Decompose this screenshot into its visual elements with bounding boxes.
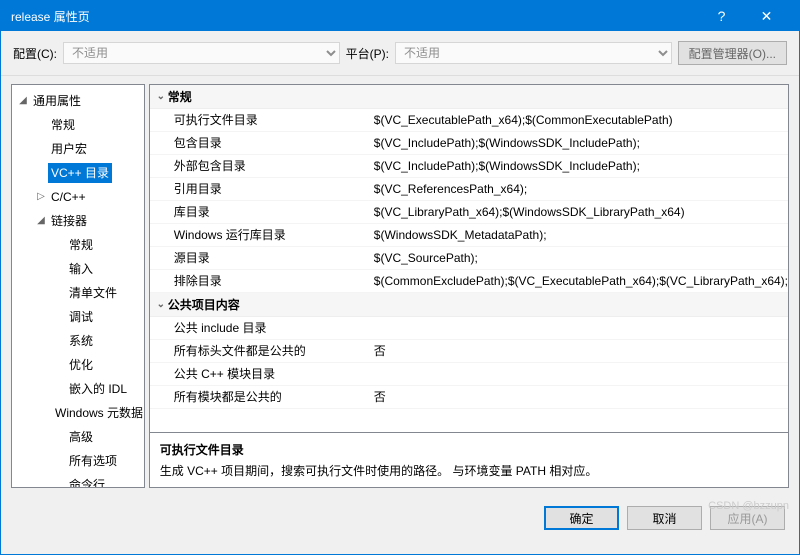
titlebar: release 属性页 ? ✕ bbox=[1, 1, 799, 31]
property-row[interactable]: 源目录$(VC_SourcePath); bbox=[150, 247, 788, 270]
property-grid[interactable]: ⌄常规可执行文件目录$(VC_ExecutablePath_x64);$(Com… bbox=[149, 84, 789, 433]
property-name: 可执行文件目录 bbox=[174, 111, 374, 129]
property-row[interactable]: 可执行文件目录$(VC_ExecutablePath_x64);$(Common… bbox=[150, 109, 788, 132]
tree-item[interactable]: 用户宏 bbox=[12, 137, 144, 161]
property-row[interactable]: 公共 C++ 模块目录 bbox=[150, 363, 788, 386]
property-value[interactable]: $(VC_LibraryPath_x64);$(WindowsSDK_Libra… bbox=[374, 203, 788, 221]
property-name: 外部包含目录 bbox=[174, 157, 374, 175]
tree-item[interactable]: 嵌入的 IDL bbox=[12, 377, 144, 401]
tree-item[interactable]: 常规 bbox=[12, 113, 144, 137]
property-value[interactable]: $(VC_SourcePath); bbox=[374, 249, 788, 267]
grid-section-header[interactable]: ⌄常规 bbox=[150, 85, 788, 109]
property-row[interactable]: 排除目录$(CommonExcludePath);$(VC_Executable… bbox=[150, 270, 788, 293]
property-row[interactable]: 引用目录$(VC_ReferencesPath_x64); bbox=[150, 178, 788, 201]
property-name: 引用目录 bbox=[174, 180, 374, 198]
property-row[interactable]: 公共 include 目录 bbox=[150, 317, 788, 340]
description-title: 可执行文件目录 bbox=[160, 441, 778, 458]
tree-item-label: Windows 元数据 bbox=[52, 403, 145, 423]
tree-item-label: 清单文件 bbox=[66, 283, 120, 303]
tree-item[interactable]: 所有选项 bbox=[12, 449, 144, 473]
property-row[interactable]: 所有模块都是公共的否 bbox=[150, 386, 788, 409]
tree-item-label: 通用属性 bbox=[30, 91, 84, 111]
tree-item-label: 用户宏 bbox=[48, 139, 90, 159]
expand-open-icon[interactable]: ◢ bbox=[34, 212, 48, 230]
tree-item[interactable]: 优化 bbox=[12, 353, 144, 377]
property-value[interactable] bbox=[374, 365, 788, 383]
property-row[interactable]: 所有标头文件都是公共的否 bbox=[150, 340, 788, 363]
tree-item-label: 高级 bbox=[66, 427, 96, 447]
property-value[interactable]: $(VC_ExecutablePath_x64);$(CommonExecuta… bbox=[374, 111, 788, 129]
tree-item-label: C/C++ bbox=[48, 187, 89, 207]
cancel-button[interactable]: 取消 bbox=[627, 506, 702, 530]
tree-item[interactable]: 系统 bbox=[12, 329, 144, 353]
property-row[interactable]: 包含目录$(VC_IncludePath);$(WindowsSDK_Inclu… bbox=[150, 132, 788, 155]
nav-tree[interactable]: ◢通用属性常规用户宏VC++ 目录▷C/C++◢链接器常规输入清单文件调试系统优… bbox=[11, 84, 145, 488]
property-name: 排除目录 bbox=[174, 272, 374, 290]
property-value[interactable]: $(CommonExcludePath);$(VC_ExecutablePath… bbox=[374, 272, 788, 290]
tree-item-label: 系统 bbox=[66, 331, 96, 351]
property-name: 公共 include 目录 bbox=[174, 319, 374, 337]
close-button[interactable]: ✕ bbox=[744, 8, 789, 25]
tree-item[interactable]: 清单文件 bbox=[12, 281, 144, 305]
tree-item[interactable]: 命令行 bbox=[12, 473, 144, 488]
tree-item-label: VC++ 目录 bbox=[48, 163, 112, 183]
footer: 确定 取消 应用(A) bbox=[1, 496, 799, 540]
property-value[interactable]: $(WindowsSDK_MetadataPath); bbox=[374, 226, 788, 244]
property-name: 源目录 bbox=[174, 249, 374, 267]
tree-item-label: 命令行 bbox=[66, 475, 108, 488]
property-name: 所有模块都是公共的 bbox=[174, 388, 374, 406]
tree-item[interactable]: ▷C/C++ bbox=[12, 185, 144, 209]
tree-item[interactable]: Windows 元数据 bbox=[12, 401, 144, 425]
ok-button[interactable]: 确定 bbox=[544, 506, 619, 530]
expand-open-icon[interactable]: ◢ bbox=[16, 92, 30, 110]
property-value[interactable] bbox=[374, 319, 788, 337]
property-value[interactable]: $(VC_IncludePath);$(WindowsSDK_IncludePa… bbox=[374, 134, 788, 152]
section-title: 常规 bbox=[168, 88, 192, 105]
window-title: release 属性页 bbox=[11, 8, 699, 25]
property-row[interactable]: 库目录$(VC_LibraryPath_x64);$(WindowsSDK_Li… bbox=[150, 201, 788, 224]
property-name: 公共 C++ 模块目录 bbox=[174, 365, 374, 383]
description-panel: 可执行文件目录 生成 VC++ 项目期间，搜索可执行文件时使用的路径。 与环境变… bbox=[149, 433, 789, 488]
property-value[interactable]: 否 bbox=[374, 388, 788, 406]
property-value[interactable]: $(VC_IncludePath);$(WindowsSDK_IncludePa… bbox=[374, 157, 788, 175]
tree-item[interactable]: 调试 bbox=[12, 305, 144, 329]
tree-item-label: 嵌入的 IDL bbox=[66, 379, 130, 399]
section-title: 公共项目内容 bbox=[168, 296, 240, 313]
collapse-icon[interactable]: ⌄ bbox=[154, 299, 168, 310]
tree-item-label: 输入 bbox=[66, 259, 96, 279]
tree-item[interactable]: VC++ 目录 bbox=[12, 161, 144, 185]
tree-item-label: 常规 bbox=[48, 115, 78, 135]
tree-item[interactable]: ◢链接器 bbox=[12, 209, 144, 233]
tree-item[interactable]: ◢通用属性 bbox=[12, 89, 144, 113]
description-body: 生成 VC++ 项目期间，搜索可执行文件时使用的路径。 与环境变量 PATH 相… bbox=[160, 462, 778, 479]
help-button[interactable]: ? bbox=[699, 8, 744, 24]
property-name: Windows 运行库目录 bbox=[174, 226, 374, 244]
grid-section-header[interactable]: ⌄公共项目内容 bbox=[150, 293, 788, 317]
config-manager-button[interactable]: 配置管理器(O)... bbox=[678, 41, 787, 65]
watermark: CSDN @bzzupn bbox=[708, 500, 789, 512]
property-value[interactable]: $(VC_ReferencesPath_x64); bbox=[374, 180, 788, 198]
collapse-icon[interactable]: ⌄ bbox=[154, 91, 168, 102]
tree-item-label: 链接器 bbox=[48, 211, 90, 231]
property-row[interactable]: 外部包含目录$(VC_IncludePath);$(WindowsSDK_Inc… bbox=[150, 155, 788, 178]
tree-item-label: 所有选项 bbox=[66, 451, 120, 471]
tree-item-label: 常规 bbox=[66, 235, 96, 255]
expand-closed-icon[interactable]: ▷ bbox=[34, 188, 48, 206]
property-name: 库目录 bbox=[174, 203, 374, 221]
tree-item-label: 优化 bbox=[66, 355, 96, 375]
property-name: 所有标头文件都是公共的 bbox=[174, 342, 374, 360]
property-name: 包含目录 bbox=[174, 134, 374, 152]
config-select[interactable]: 不适用 bbox=[63, 42, 340, 64]
toolbar: 配置(C): 不适用 平台(P): 不适用 配置管理器(O)... bbox=[1, 31, 799, 76]
tree-item[interactable]: 高级 bbox=[12, 425, 144, 449]
config-label: 配置(C): bbox=[13, 45, 57, 62]
property-value[interactable]: 否 bbox=[374, 342, 788, 360]
tree-item[interactable]: 输入 bbox=[12, 257, 144, 281]
tree-item-label: 调试 bbox=[66, 307, 96, 327]
tree-item[interactable]: 常规 bbox=[12, 233, 144, 257]
platform-label: 平台(P): bbox=[346, 45, 389, 62]
platform-select[interactable]: 不适用 bbox=[395, 42, 672, 64]
property-row[interactable]: Windows 运行库目录$(WindowsSDK_MetadataPath); bbox=[150, 224, 788, 247]
